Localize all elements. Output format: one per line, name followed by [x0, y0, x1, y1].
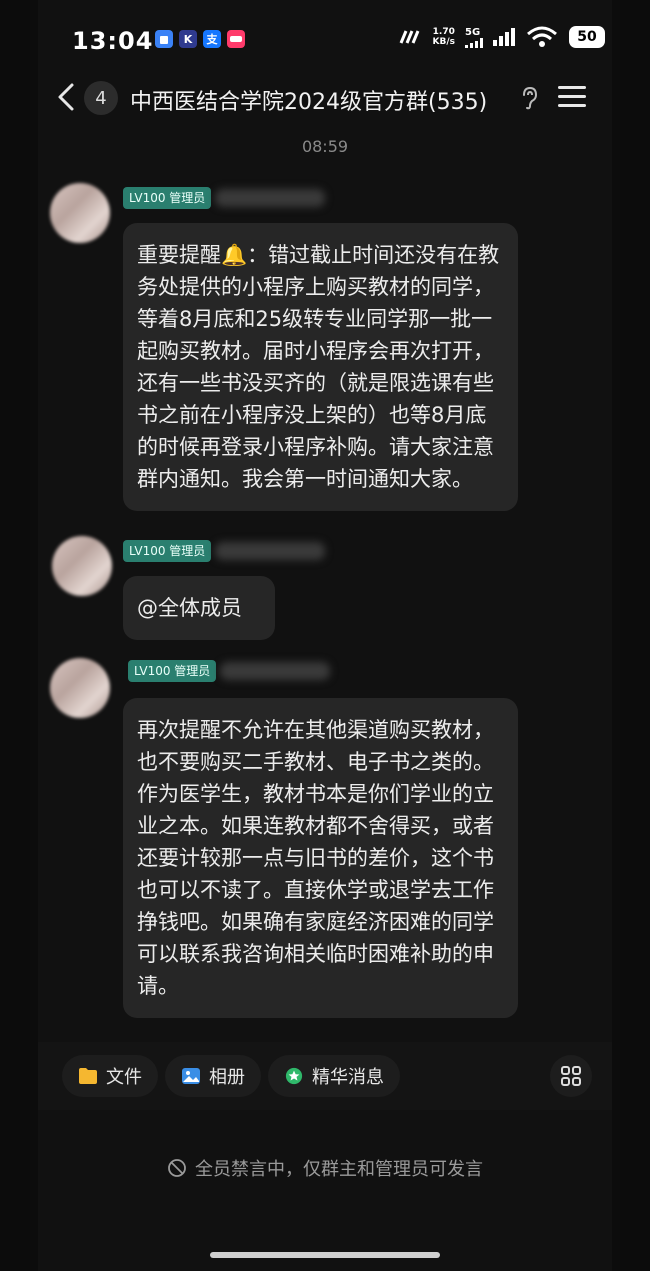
avatar[interactable] — [50, 658, 110, 718]
signal-strength-icon — [493, 28, 515, 46]
mute-notice-text: 全员禁言中，仅群主和管理员可发言 — [195, 1159, 483, 1180]
message-bubble[interactable]: @全体成员 — [123, 576, 275, 640]
essence-icon — [285, 1067, 303, 1085]
sender-name-redacted — [215, 542, 325, 560]
admin-badge: LV100 管理员 — [128, 660, 217, 682]
status-time: 13:04 — [72, 27, 154, 55]
avatar[interactable] — [52, 536, 112, 596]
net-speed: 1.70 KB/s — [432, 27, 455, 47]
bag-icon — [160, 36, 168, 44]
essence-label: 精华消息 — [312, 1067, 384, 1088]
sender-name-redacted — [220, 662, 330, 680]
cellular-indicator: 5G — [465, 27, 483, 48]
muted-icon — [168, 1159, 186, 1177]
files-button[interactable]: 文件 — [62, 1055, 158, 1097]
group-title: 中西医结合学院2024级官方群(535) — [130, 90, 488, 115]
essence-messages-button[interactable]: 精华消息 — [268, 1055, 400, 1097]
avatar[interactable] — [50, 183, 110, 243]
shop-icon — [230, 36, 242, 42]
mute-notice: 全员禁言中，仅群主和管理员可发言 — [38, 1155, 612, 1181]
admin-badge: LV100 管理员 — [123, 187, 212, 209]
hd-icon — [399, 30, 419, 44]
image-icon — [182, 1068, 200, 1084]
app-icon-blue — [155, 30, 173, 48]
notification-app-icons: K 支 — [155, 30, 245, 48]
battery-indicator: 50 — [569, 26, 605, 48]
network-type: 5G — [465, 26, 481, 38]
status-indicators: 1.70 KB/s 5G 50 — [399, 26, 605, 48]
signal-bars-icon — [465, 37, 483, 48]
app-icon-alipay: 支 — [203, 30, 221, 48]
wifi-icon — [527, 26, 557, 47]
sender-name-redacted — [215, 189, 325, 207]
admin-badge: LV100 管理员 — [123, 540, 212, 562]
grid-icon — [561, 1066, 581, 1086]
unread-count-badge[interactable]: 4 — [84, 81, 118, 115]
album-button[interactable]: 相册 — [165, 1055, 261, 1097]
chat-toolbar: 文件 相册 精华消息 — [38, 1042, 612, 1110]
app-icon-k: K — [179, 30, 197, 48]
more-apps-button[interactable] — [550, 1055, 592, 1097]
menu-icon[interactable] — [558, 86, 586, 108]
message-bubble[interactable]: 重要提醒🔔：错过截止时间还没有在教务处提供的小程序上购买教材的同学，等着8月底和… — [123, 223, 518, 511]
files-label: 文件 — [106, 1067, 142, 1088]
folder-icon — [79, 1068, 97, 1084]
album-label: 相册 — [209, 1067, 245, 1088]
message-bubble[interactable]: 再次提醒不允许在其他渠道购买教材，也不要购买二手教材、电子书之类的。作为医学生，… — [123, 698, 518, 1018]
chat-screen: 13:04 K 支 1.70 KB/s 5G 50 4 中西医结合学院2024级… — [0, 0, 650, 1271]
back-icon[interactable] — [56, 82, 76, 112]
message-timestamp: 08:59 — [301, 137, 349, 156]
status-bar: 13:04 K 支 1.70 KB/s 5G 50 — [0, 0, 650, 80]
home-indicator[interactable] — [210, 1252, 440, 1258]
chat-header: 4 中西医结合学院2024级官方群(535) — [38, 72, 612, 124]
app-icon-pink — [227, 30, 245, 48]
ear-icon[interactable] — [520, 86, 538, 110]
